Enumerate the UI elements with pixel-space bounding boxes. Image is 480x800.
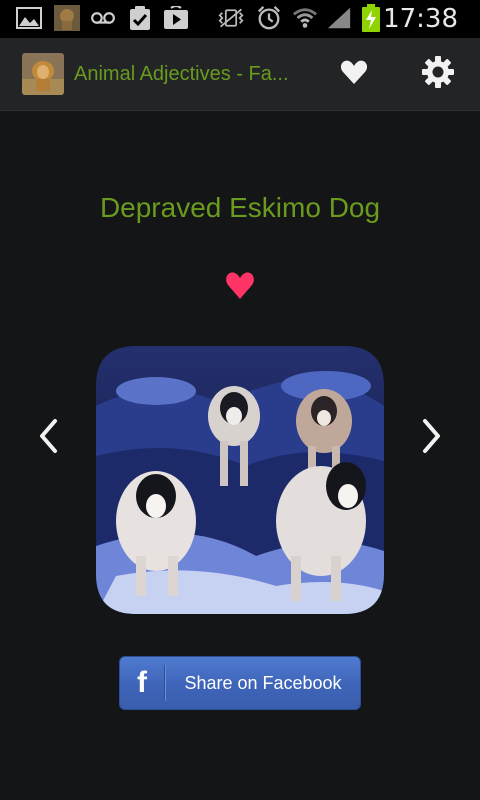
favorite-heart-icon[interactable] xyxy=(225,270,255,300)
chevron-left-icon xyxy=(37,418,59,458)
app-icon[interactable] xyxy=(22,53,64,95)
play-store-icon xyxy=(163,5,189,31)
previous-button[interactable] xyxy=(30,418,66,458)
next-button[interactable] xyxy=(414,418,450,458)
battery-charging-icon xyxy=(358,4,384,32)
signal-icon xyxy=(326,5,352,31)
chevron-right-icon xyxy=(421,418,443,458)
share-on-facebook-button[interactable]: f Share on Facebook xyxy=(119,656,361,710)
gear-icon xyxy=(421,55,455,93)
favorites-button[interactable] xyxy=(334,54,374,94)
status-bar: 17:38 xyxy=(0,0,480,38)
animal-thumbnail-icon xyxy=(54,5,80,31)
action-bar: Animal Adjectives - Fa... xyxy=(0,38,480,111)
animal-photo xyxy=(96,346,384,614)
heart-icon xyxy=(340,59,368,89)
settings-button[interactable] xyxy=(418,54,458,94)
image-icon xyxy=(16,5,42,31)
clipboard-check-icon xyxy=(127,5,153,31)
vibrate-icon xyxy=(218,5,244,31)
facebook-icon: f xyxy=(137,666,147,699)
alarm-icon xyxy=(256,5,282,31)
share-on-facebook-label: Share on Facebook xyxy=(184,673,342,693)
divider xyxy=(164,665,165,701)
clock: 17:38 xyxy=(383,4,458,34)
wifi-icon xyxy=(292,5,318,31)
animal-name: Depraved Eskimo Dog xyxy=(99,192,381,223)
app-title: Animal Adjectives - Fa... xyxy=(74,63,289,85)
voicemail-icon xyxy=(90,5,116,31)
